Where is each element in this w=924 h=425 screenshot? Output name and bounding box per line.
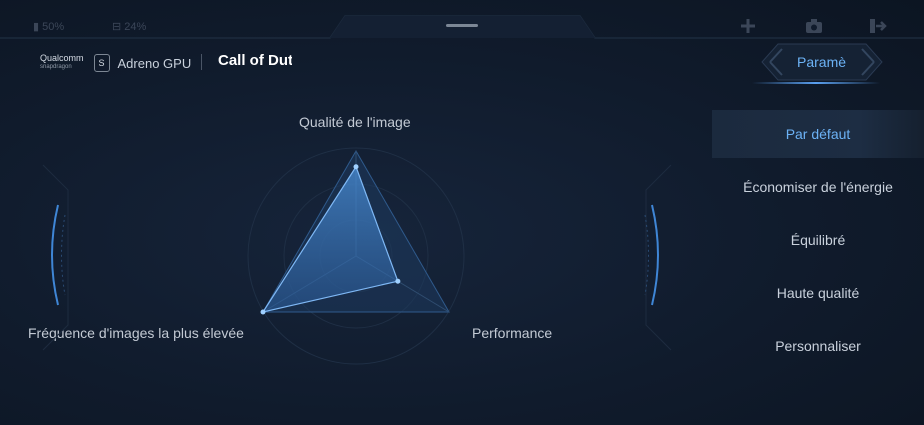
radar-label-quality: Qualité de l'image [299,114,411,130]
temperature-status: ⊟ 24% [112,21,147,33]
radar-chart [247,147,465,365]
mode-label: Haute qualité [776,285,860,301]
header-divider [201,54,202,70]
camera-icon[interactable] [804,16,824,36]
mode-label: Par défaut [785,126,851,142]
left-bracket-decoration [42,164,69,351]
mode-option-custom[interactable]: Personnaliser [712,322,924,370]
radar-point-performance [395,278,401,284]
mode-option-default[interactable]: Par défaut [712,110,924,158]
mode-label: Équilibré [790,232,846,248]
battery-value: 50% [42,21,65,33]
drag-handle[interactable] [446,24,478,27]
params-tab-underline [752,82,880,84]
snapdragon-icon: S [93,54,110,72]
snapdragon-wordmark: snapdragon [40,64,72,70]
qualcomm-logo: Qualcomm snapdragon [40,54,84,72]
radar-label-performance: Performance [472,325,553,341]
temperature-value: 24% [124,21,147,33]
mode-option-balanced[interactable]: Équilibré [712,216,924,264]
game-title: Call of Dut [218,52,292,69]
mode-label: Économiser de l'énergie [743,179,893,195]
battery-status: ▮ 50% [33,21,65,33]
qualcomm-wordmark: Qualcomm [40,53,84,63]
right-bracket-decoration [644,164,672,351]
mode-list: Par défaut Économiser de l'énergie Équil… [712,110,924,375]
mode-option-high-quality[interactable]: Haute qualité [712,269,924,317]
brand-bar: Qualcomm snapdragon S Adreno GPU [40,52,191,74]
gpu-label: Adreno GPU [117,55,192,71]
radar-point-fps [260,309,266,315]
tab-parameters[interactable]: Paramè [797,54,857,70]
mode-option-power-saving[interactable]: Économiser de l'énergie [712,163,924,211]
exit-icon[interactable] [868,16,888,36]
add-icon[interactable] [738,16,758,36]
radar-point-quality [353,164,359,170]
mode-label: Personnaliser [775,338,861,354]
